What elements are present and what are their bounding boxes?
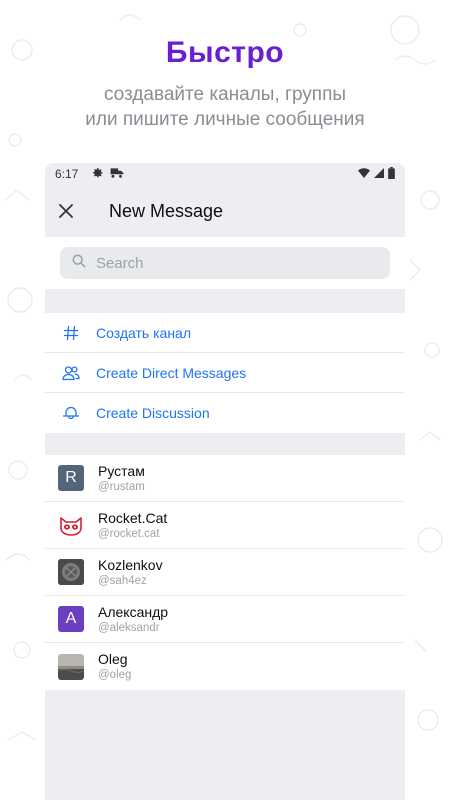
search-input[interactable] <box>96 254 356 272</box>
user-name: Kozlenkov <box>98 556 163 573</box>
hash-icon <box>61 323 81 343</box>
section-spacer <box>45 289 405 313</box>
user-handle: @oleg <box>98 669 132 681</box>
avatar: A <box>58 606 84 632</box>
users-list: R Рустам @rustam Rocket.Cat @rocket.cat <box>45 455 405 690</box>
section-spacer <box>45 433 405 455</box>
user-handle: @rocket.cat <box>98 527 160 540</box>
oleg-avatar <box>58 653 84 680</box>
wifi-icon <box>358 167 370 181</box>
kozlenkov-avatar <box>58 559 84 585</box>
create-direct-messages-label: Create Direct Messages <box>96 364 247 381</box>
battery-icon <box>388 166 395 182</box>
user-row-oleg[interactable]: Oleg @oleg <box>45 643 405 690</box>
phone-screen: 6:17 New Message Search Создать канал Cr… <box>45 163 405 800</box>
promo-title: Быстро <box>165 36 285 69</box>
create-direct-messages-button[interactable]: Create Direct Messages <box>45 353 405 393</box>
settings-icon <box>92 167 104 182</box>
user-row-kozlenkov[interactable]: Kozlenkov @sah4ez <box>45 549 405 596</box>
status-time: 6:17 <box>55 167 79 181</box>
search-icon <box>72 254 86 273</box>
create-discussion-button[interactable]: Create Discussion <box>45 393 405 433</box>
people-icon <box>61 363 81 383</box>
avatar-letter: R <box>65 469 77 486</box>
actions-list: Создать канал Create Direct Messages Cre… <box>45 313 405 433</box>
user-row-rocket-cat[interactable]: Rocket.Cat @rocket.cat <box>45 502 405 549</box>
signal-icon <box>374 167 384 181</box>
user-row-aleksandr[interactable]: A Александр @aleksandr <box>45 596 405 643</box>
rocket-cat-avatar <box>58 512 84 538</box>
create-channel-label: Создать канал <box>96 324 191 341</box>
discussion-icon <box>61 403 81 423</box>
avatar-letter: A <box>65 610 77 627</box>
user-name: Рустам <box>98 462 145 479</box>
avatar: R <box>58 465 84 491</box>
promo-subtitle-line1: создавайте каналы, группы <box>103 84 347 105</box>
status-bar: 6:17 <box>45 163 405 185</box>
user-handle: @aleksandr <box>98 621 160 634</box>
user-handle: @sah4ez <box>98 574 147 587</box>
search-box[interactable] <box>60 247 390 279</box>
user-name: Rocket.Cat <box>98 509 168 526</box>
user-name: Oleg <box>98 651 128 667</box>
page-title: New Message <box>109 200 224 221</box>
promo-subtitle-line2: или пишите личные сообщения <box>85 109 365 130</box>
user-handle: @rustam <box>98 480 145 493</box>
search-section <box>45 237 405 289</box>
user-name: Александр <box>98 603 169 620</box>
create-channel-button[interactable]: Создать канал <box>45 313 405 353</box>
truck-icon <box>110 167 124 181</box>
close-icon[interactable] <box>57 202 75 220</box>
app-header: New Message <box>45 185 405 237</box>
create-discussion-label: Create Discussion <box>96 405 210 421</box>
user-row-rustam[interactable]: R Рустам @rustam <box>45 455 405 502</box>
